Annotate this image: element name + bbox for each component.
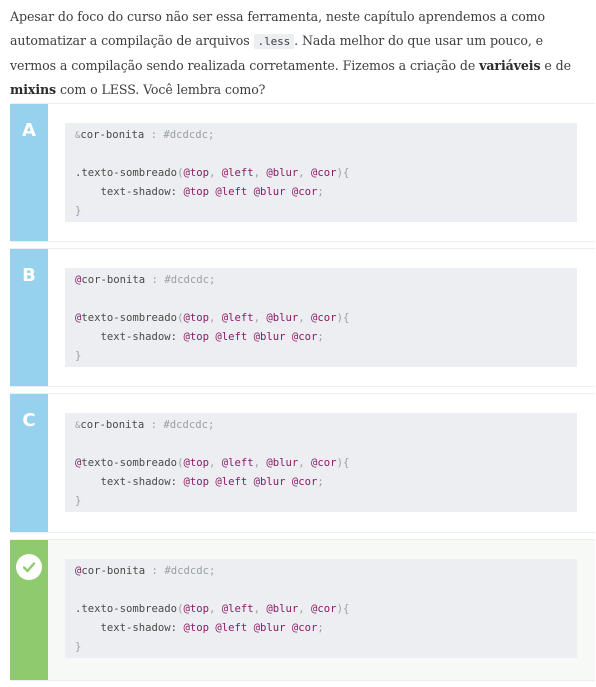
code-line-property: text-shadow: @top @left @blur @cor; (100, 186, 324, 198)
question-part: com o LESS. Você lembra como? (56, 82, 266, 97)
option-c[interactable]: C &cor-bonita : #dcdcdc; @texto-sombread… (10, 393, 595, 533)
code-line-mixin: @texto-sombreado(@top, @left, @blur, @co… (75, 312, 350, 324)
code-line-property: text-shadow: @top @left @blur @cor; (100, 331, 324, 343)
code-snippet: @cor-bonita : #dcdcdc; .texto-sombreado(… (65, 559, 577, 658)
code-snippet: @cor-bonita : #dcdcdc; @texto-sombreado(… (65, 268, 577, 367)
code-line-property: text-shadow: @top @left @blur @cor; (100, 476, 324, 488)
code-snippet: &cor-bonita : #dcdcdc; .texto-sombreado(… (65, 123, 577, 222)
code-line-property: text-shadow: @top @left @blur @cor; (100, 622, 324, 634)
option-letter: A (22, 120, 36, 141)
code-line-close: } (75, 350, 82, 362)
option-b[interactable]: B @cor-bonita : #dcdcdc; @texto-sombread… (10, 248, 595, 387)
code-line-mixin: @texto-sombreado(@top, @left, @blur, @co… (75, 457, 350, 469)
code-line-close: } (75, 495, 82, 507)
code-snippet: &cor-bonita : #dcdcdc; @texto-sombreado(… (65, 413, 577, 512)
question-part: e de (540, 58, 571, 73)
bold-mixins: mixins (10, 82, 57, 97)
option-correct[interactable]: @cor-bonita : #dcdcdc; .texto-sombreado(… (10, 539, 595, 681)
option-correct-bar (10, 540, 48, 680)
option-letter: C (22, 410, 36, 431)
option-letter-bar: C (10, 394, 48, 532)
code-line-variable: &cor-bonita : #dcdcdc; (75, 419, 215, 431)
code-line-variable: &cor-bonita : #dcdcdc; (75, 129, 215, 141)
check-icon (16, 554, 42, 580)
option-letter: B (22, 265, 36, 286)
question-text: Apesar do foco do curso não ser essa fer… (10, 5, 585, 102)
code-line-mixin: .texto-sombreado(@top, @left, @blur, @co… (75, 603, 350, 615)
inline-code-less: .less (253, 34, 295, 49)
code-line-close: } (75, 205, 82, 217)
code-line-mixin: .texto-sombreado(@top, @left, @blur, @co… (75, 167, 350, 179)
option-letter-bar: B (10, 249, 48, 386)
bold-variaveis: variáveis (479, 58, 541, 73)
option-letter-bar: A (10, 104, 48, 241)
code-line-variable: @cor-bonita : #dcdcdc; (75, 565, 216, 577)
option-a[interactable]: A &cor-bonita : #dcdcdc; .texto-sombread… (10, 103, 595, 242)
code-line-close: } (75, 641, 82, 653)
code-line-variable: @cor-bonita : #dcdcdc; (75, 274, 216, 286)
